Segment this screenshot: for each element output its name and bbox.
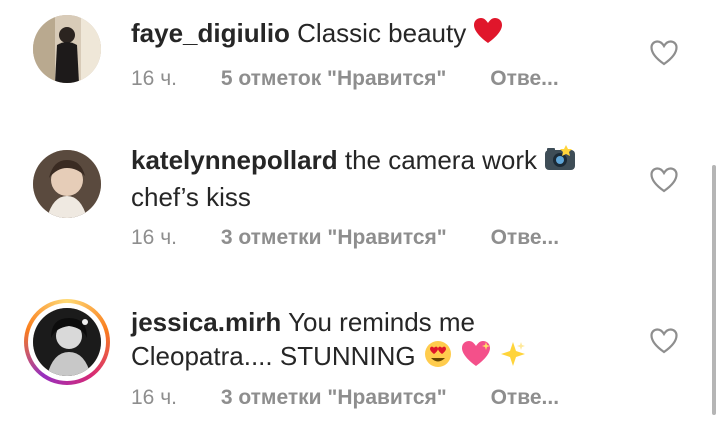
comment-time: 16 ч. <box>131 67 177 90</box>
reply-button[interactable]: Отве... <box>491 386 559 410</box>
comment-username[interactable]: katelynnepollard <box>131 145 338 175</box>
scrollbar[interactable] <box>712 165 716 415</box>
heart-emoji <box>473 17 503 53</box>
comment-time: 16 ч. <box>131 226 177 249</box>
story-ring[interactable] <box>24 299 110 385</box>
reply-button[interactable]: Отве... <box>491 226 559 250</box>
like-heart-icon[interactable] <box>650 40 678 66</box>
like-heart-icon[interactable] <box>650 328 678 354</box>
comment-body: the camera work <box>344 145 538 175</box>
avatar[interactable] <box>33 15 101 83</box>
comment-username[interactable]: jessica.mirh <box>131 307 281 337</box>
comment-body: Classic beauty <box>297 18 467 48</box>
comment-body-line2: chef’s kiss <box>131 182 251 213</box>
comment-body-line2: Cleopatra.... STUNNING <box>131 341 416 371</box>
comment-username[interactable]: faye_digiulio <box>131 18 290 48</box>
camera-emoji <box>544 144 576 180</box>
comment-body: You reminds me <box>288 307 475 337</box>
comment-text: jessica.mirh You reminds me Cleopatra...… <box>131 305 611 377</box>
comment-meta: 16 ч. 3 отметки "Нравится" Отве... <box>131 386 559 410</box>
comment-likes-link[interactable]: 3 отметки "Нравится" <box>221 386 447 410</box>
comment-likes-link[interactable]: 3 отметки "Нравится" <box>221 226 447 250</box>
comment-time: 16 ч. <box>131 386 177 409</box>
sparkles-emoji <box>499 340 527 376</box>
comment-meta: 16 ч. 5 отметок "Нравится" Отве... <box>131 67 559 91</box>
heart-eyes-emoji <box>423 339 453 377</box>
avatar[interactable] <box>33 150 101 218</box>
like-heart-icon[interactable] <box>650 167 678 193</box>
comment-meta: 16 ч. 3 отметки "Нравится" Отве... <box>131 226 559 250</box>
avatar <box>33 308 101 376</box>
comment-text: faye_digiulio Classic beauty <box>131 16 611 53</box>
comment-text: katelynnepollard the camera work chef’s … <box>131 143 611 214</box>
sparkling-heart-emoji <box>460 340 492 376</box>
reply-button[interactable]: Отве... <box>490 67 558 91</box>
comment-likes-link[interactable]: 5 отметок "Нравится" <box>221 67 447 91</box>
